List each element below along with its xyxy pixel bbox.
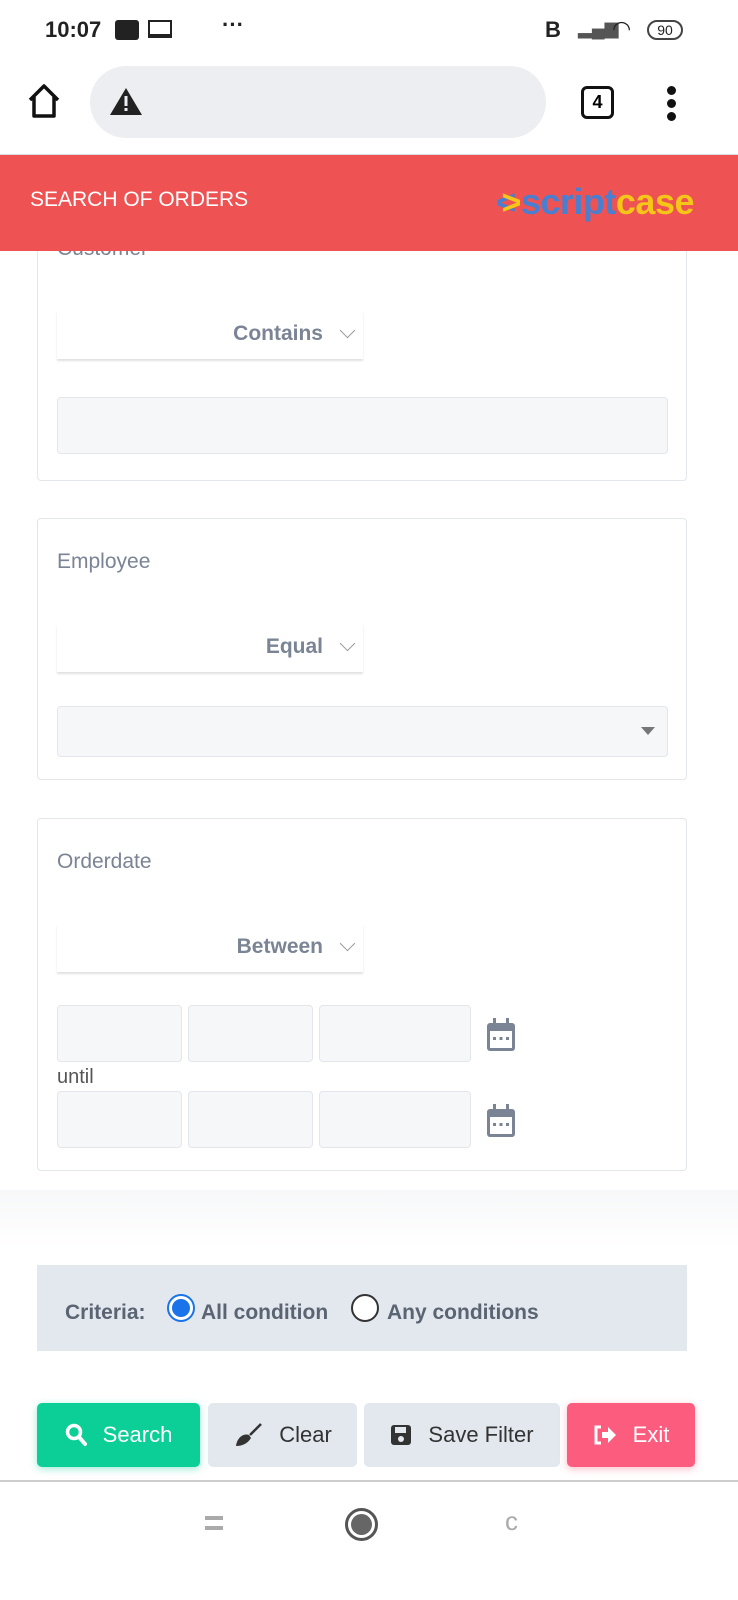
warning-icon[interactable] xyxy=(109,86,143,116)
until-label: until xyxy=(57,1066,94,1088)
orderdate-filter-card: Orderdate Between until xyxy=(37,818,687,1171)
radio-all-condition[interactable] xyxy=(167,1294,195,1322)
calendar-icon[interactable] xyxy=(485,1103,517,1139)
sign-out-icon xyxy=(594,1425,616,1445)
search-icon xyxy=(65,1423,87,1446)
field-label: Employee xyxy=(57,550,151,573)
radio-any-label[interactable]: Any conditions xyxy=(387,1301,539,1325)
wifi-icon: ◠ xyxy=(612,16,632,41)
end-month-input[interactable] xyxy=(188,1091,313,1148)
end-day-input[interactable] xyxy=(57,1091,182,1148)
employee-filter-card: Employee Equal xyxy=(37,518,687,780)
orderdate-operator-select[interactable]: Between xyxy=(57,924,363,972)
exit-button[interactable]: Exit xyxy=(567,1403,695,1467)
menu-icon[interactable] xyxy=(664,86,678,121)
employee-select[interactable] xyxy=(57,706,668,757)
radio-any-conditions[interactable] xyxy=(351,1294,379,1322)
field-label: Orderdate xyxy=(57,850,152,873)
clock: 10:07 xyxy=(45,17,102,42)
home-nav-icon[interactable] xyxy=(345,1508,378,1541)
start-year-input[interactable] xyxy=(319,1005,471,1062)
page-title: SEARCH OF ORDERS xyxy=(30,188,249,211)
clear-button[interactable]: Clear xyxy=(208,1403,357,1467)
criteria-label: Criteria: xyxy=(65,1301,146,1324)
address-bar[interactable] xyxy=(90,66,546,138)
scriptcase-logo: <>scriptcase xyxy=(496,181,694,222)
system-nav-bar: c xyxy=(0,1480,738,1600)
chevron-down-icon xyxy=(339,635,356,652)
customer-input[interactable] xyxy=(57,397,668,454)
save-filter-button[interactable]: Save Filter xyxy=(364,1403,560,1467)
employee-operator-select[interactable]: Equal xyxy=(57,624,363,672)
end-year-input[interactable] xyxy=(319,1091,471,1148)
recent-apps-icon[interactable] xyxy=(205,1516,223,1530)
tab-count-button[interactable]: 4 xyxy=(581,86,614,119)
section-divider xyxy=(0,1190,738,1250)
criteria-bar: Criteria: All condition Any conditions xyxy=(37,1265,687,1351)
broom-icon xyxy=(236,1423,263,1446)
battery-icon: 90 xyxy=(647,20,683,40)
back-icon[interactable]: c xyxy=(505,1506,518,1537)
status-bar: 10:07 ··· B ▂▄▆ ◠ 90 xyxy=(0,0,738,60)
chevron-down-icon xyxy=(339,322,356,339)
search-button[interactable]: Search xyxy=(37,1403,200,1467)
save-icon xyxy=(391,1425,412,1445)
network-label: B xyxy=(545,17,561,42)
home-icon[interactable] xyxy=(26,82,62,120)
radio-all-label[interactable]: All condition xyxy=(201,1301,328,1325)
customer-operator-select[interactable]: Contains xyxy=(57,311,363,359)
message-icon xyxy=(115,20,139,40)
page-header: SEARCH OF ORDERS <>scriptcase xyxy=(0,155,738,251)
calendar-icon[interactable] xyxy=(485,1017,517,1053)
chevron-down-icon xyxy=(339,935,356,952)
dropdown-arrow-icon xyxy=(641,727,655,735)
laptop-icon xyxy=(148,20,172,38)
customer-filter-card: Customer Contains xyxy=(37,232,687,481)
browser-toolbar: 4 xyxy=(0,60,738,155)
start-day-input[interactable] xyxy=(57,1005,182,1062)
more-notifications-icon: ··· xyxy=(222,12,244,37)
start-month-input[interactable] xyxy=(188,1005,313,1062)
